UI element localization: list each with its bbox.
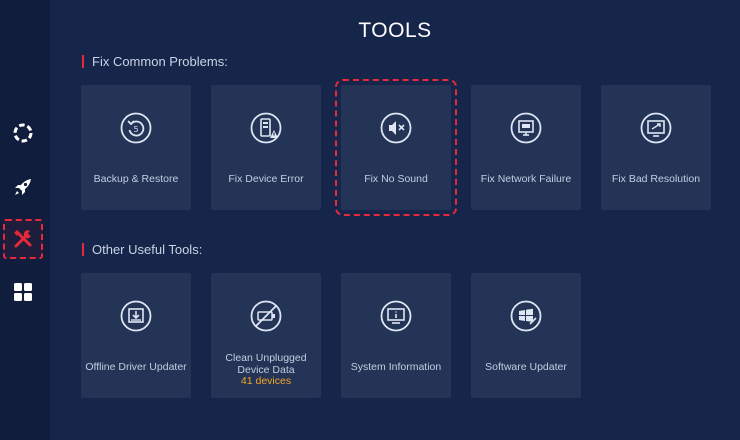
card-label: Backup & Restore <box>93 173 179 185</box>
card-label: Clean Unplugged Device Data 41 devices <box>215 352 317 388</box>
card-fix-device-error[interactable]: Fix Device Error <box>211 85 321 210</box>
card-label-text: Clean Unplugged Device Data <box>225 352 307 376</box>
page-title: TOOLS <box>358 19 432 42</box>
main-content: TOOLS Fix Common Problems: 5 Backup & Re… <box>50 0 740 440</box>
sidebar <box>0 0 50 440</box>
card-label: Fix No Sound <box>364 173 428 185</box>
section-title-other-tools: Other Useful Tools: <box>82 243 202 256</box>
svg-text:5: 5 <box>133 125 138 134</box>
card-label: Software Updater <box>485 361 567 373</box>
network-failure-icon <box>510 112 542 144</box>
sidebar-item-boost[interactable] <box>3 167 43 207</box>
card-label: Fix Bad Resolution <box>611 173 701 185</box>
card-fix-bad-resolution[interactable]: Fix Bad Resolution <box>601 85 711 210</box>
card-offline-driver-updater[interactable]: Offline Driver Updater <box>81 273 191 398</box>
offline-driver-icon <box>120 300 152 332</box>
bad-resolution-icon <box>640 112 672 144</box>
ring-icon <box>13 123 33 143</box>
tools-icon <box>14 230 32 248</box>
card-label: System Information <box>350 361 442 373</box>
card-label: Fix Network Failure <box>480 173 572 185</box>
card-fix-no-sound[interactable]: Fix No Sound <box>335 79 457 216</box>
no-sound-icon <box>380 112 412 144</box>
device-count: 41 devices <box>240 375 292 387</box>
unplugged-device-icon <box>250 300 282 332</box>
section-title-fix-common: Fix Common Problems: <box>82 55 228 68</box>
card-label: Fix Device Error <box>228 173 304 185</box>
sidebar-item-apps[interactable] <box>3 272 43 312</box>
card-clean-unplugged-device-data[interactable]: Clean Unplugged Device Data 41 devices <box>211 273 321 398</box>
system-info-icon <box>380 300 412 332</box>
rocket-icon <box>15 179 31 195</box>
card-backup-restore[interactable]: 5 Backup & Restore <box>81 85 191 210</box>
sidebar-item-tools[interactable] <box>3 219 43 259</box>
sidebar-item-scan[interactable] <box>3 113 43 153</box>
card-software-updater[interactable]: Software Updater <box>471 273 581 398</box>
card-system-information[interactable]: System Information <box>341 273 451 398</box>
card-label: Offline Driver Updater <box>85 361 187 373</box>
card-fix-network-failure[interactable]: Fix Network Failure <box>471 85 581 210</box>
grid-icon <box>14 283 32 301</box>
backup-restore-icon: 5 <box>120 112 152 144</box>
software-updater-icon <box>510 300 542 332</box>
device-error-icon <box>250 112 282 144</box>
